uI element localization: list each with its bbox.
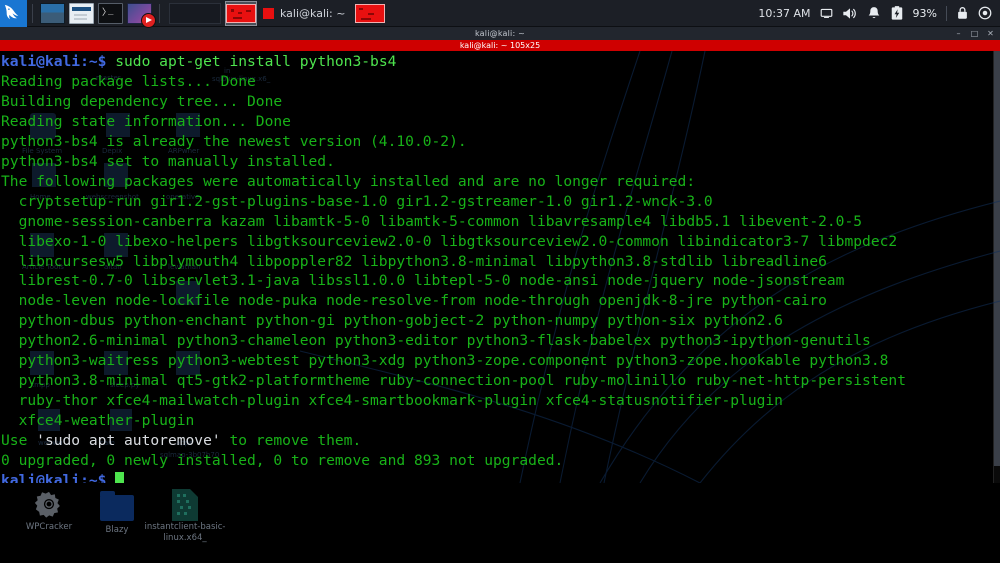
volume-icon[interactable] — [842, 6, 858, 21]
terminal-launcher[interactable] — [98, 2, 123, 24]
minimize-button[interactable]: – — [954, 29, 963, 38]
panel-spacer — [385, 0, 758, 27]
battery-percent-label: 93% — [912, 6, 937, 20]
virtualbox-launcher[interactable] — [127, 2, 156, 28]
top-panel: kali@kali: ~ 10:37 AM — [0, 0, 1000, 28]
clock[interactable]: 10:37 AM — [758, 7, 810, 20]
panel-divider-2 — [159, 3, 160, 23]
terminal-text[interactable]: kali@kali:~$ sudo apt-get install python… — [1, 52, 1000, 483]
system-tray: 10:37 AM 93% — [758, 0, 1000, 27]
kali-dragon-logo[interactable] — [0, 0, 27, 27]
window-thumb-secondary[interactable] — [355, 1, 386, 26]
file-manager-launcher[interactable] — [69, 2, 94, 24]
workspace-switcher[interactable] — [169, 2, 221, 24]
desktop-icon-label: instantclient-basic-linux.x64_ — [144, 522, 226, 543]
window-preview-icon-2 — [355, 3, 386, 23]
file-icon — [139, 488, 231, 522]
window-thumb-active[interactable] — [225, 0, 257, 26]
terminal-tab-label: kali@kali: ~ 105x25 — [459, 41, 541, 50]
power-icon[interactable] — [978, 6, 992, 20]
show-desktop-launcher[interactable] — [40, 2, 65, 24]
display-icon[interactable] — [820, 7, 833, 20]
window-square-icon — [263, 7, 274, 19]
maximize-button[interactable]: □ — [970, 29, 979, 38]
window-titlebar[interactable]: kali@kali: ~ – □ ✕ — [0, 27, 1000, 40]
tray-divider — [946, 5, 947, 21]
window-preview-icon — [226, 3, 256, 23]
bell-icon[interactable] — [867, 6, 881, 21]
terminal-tab[interactable]: kali@kali: ~ 105x25 — [0, 40, 1000, 51]
lock-icon[interactable] — [956, 6, 969, 20]
terminal-output-area[interactable]: master in sqlplus-linux.x6_ File System … — [0, 51, 1000, 483]
window-controls: – □ ✕ — [954, 27, 998, 40]
desktop-icon-instantclient[interactable]: instantclient-basic-linux.x64_ — [139, 488, 231, 544]
record-badge-icon — [141, 12, 156, 28]
terminal-window[interactable]: kali@kali: ~ – □ ✕ kali@kali: ~ 105x25 m… — [0, 27, 1000, 483]
battery-charging-icon[interactable] — [890, 5, 904, 21]
close-button[interactable]: ✕ — [986, 29, 995, 38]
window-title: kali@kali: ~ — [474, 29, 526, 38]
desktop-area[interactable]: WPCracker Blazy instantclient-basic-linu… — [0, 483, 1000, 563]
task-button-terminal[interactable]: kali@kali: ~ — [257, 0, 355, 27]
task-button-label: kali@kali: ~ — [280, 6, 346, 20]
panel-divider-1 — [32, 3, 33, 23]
